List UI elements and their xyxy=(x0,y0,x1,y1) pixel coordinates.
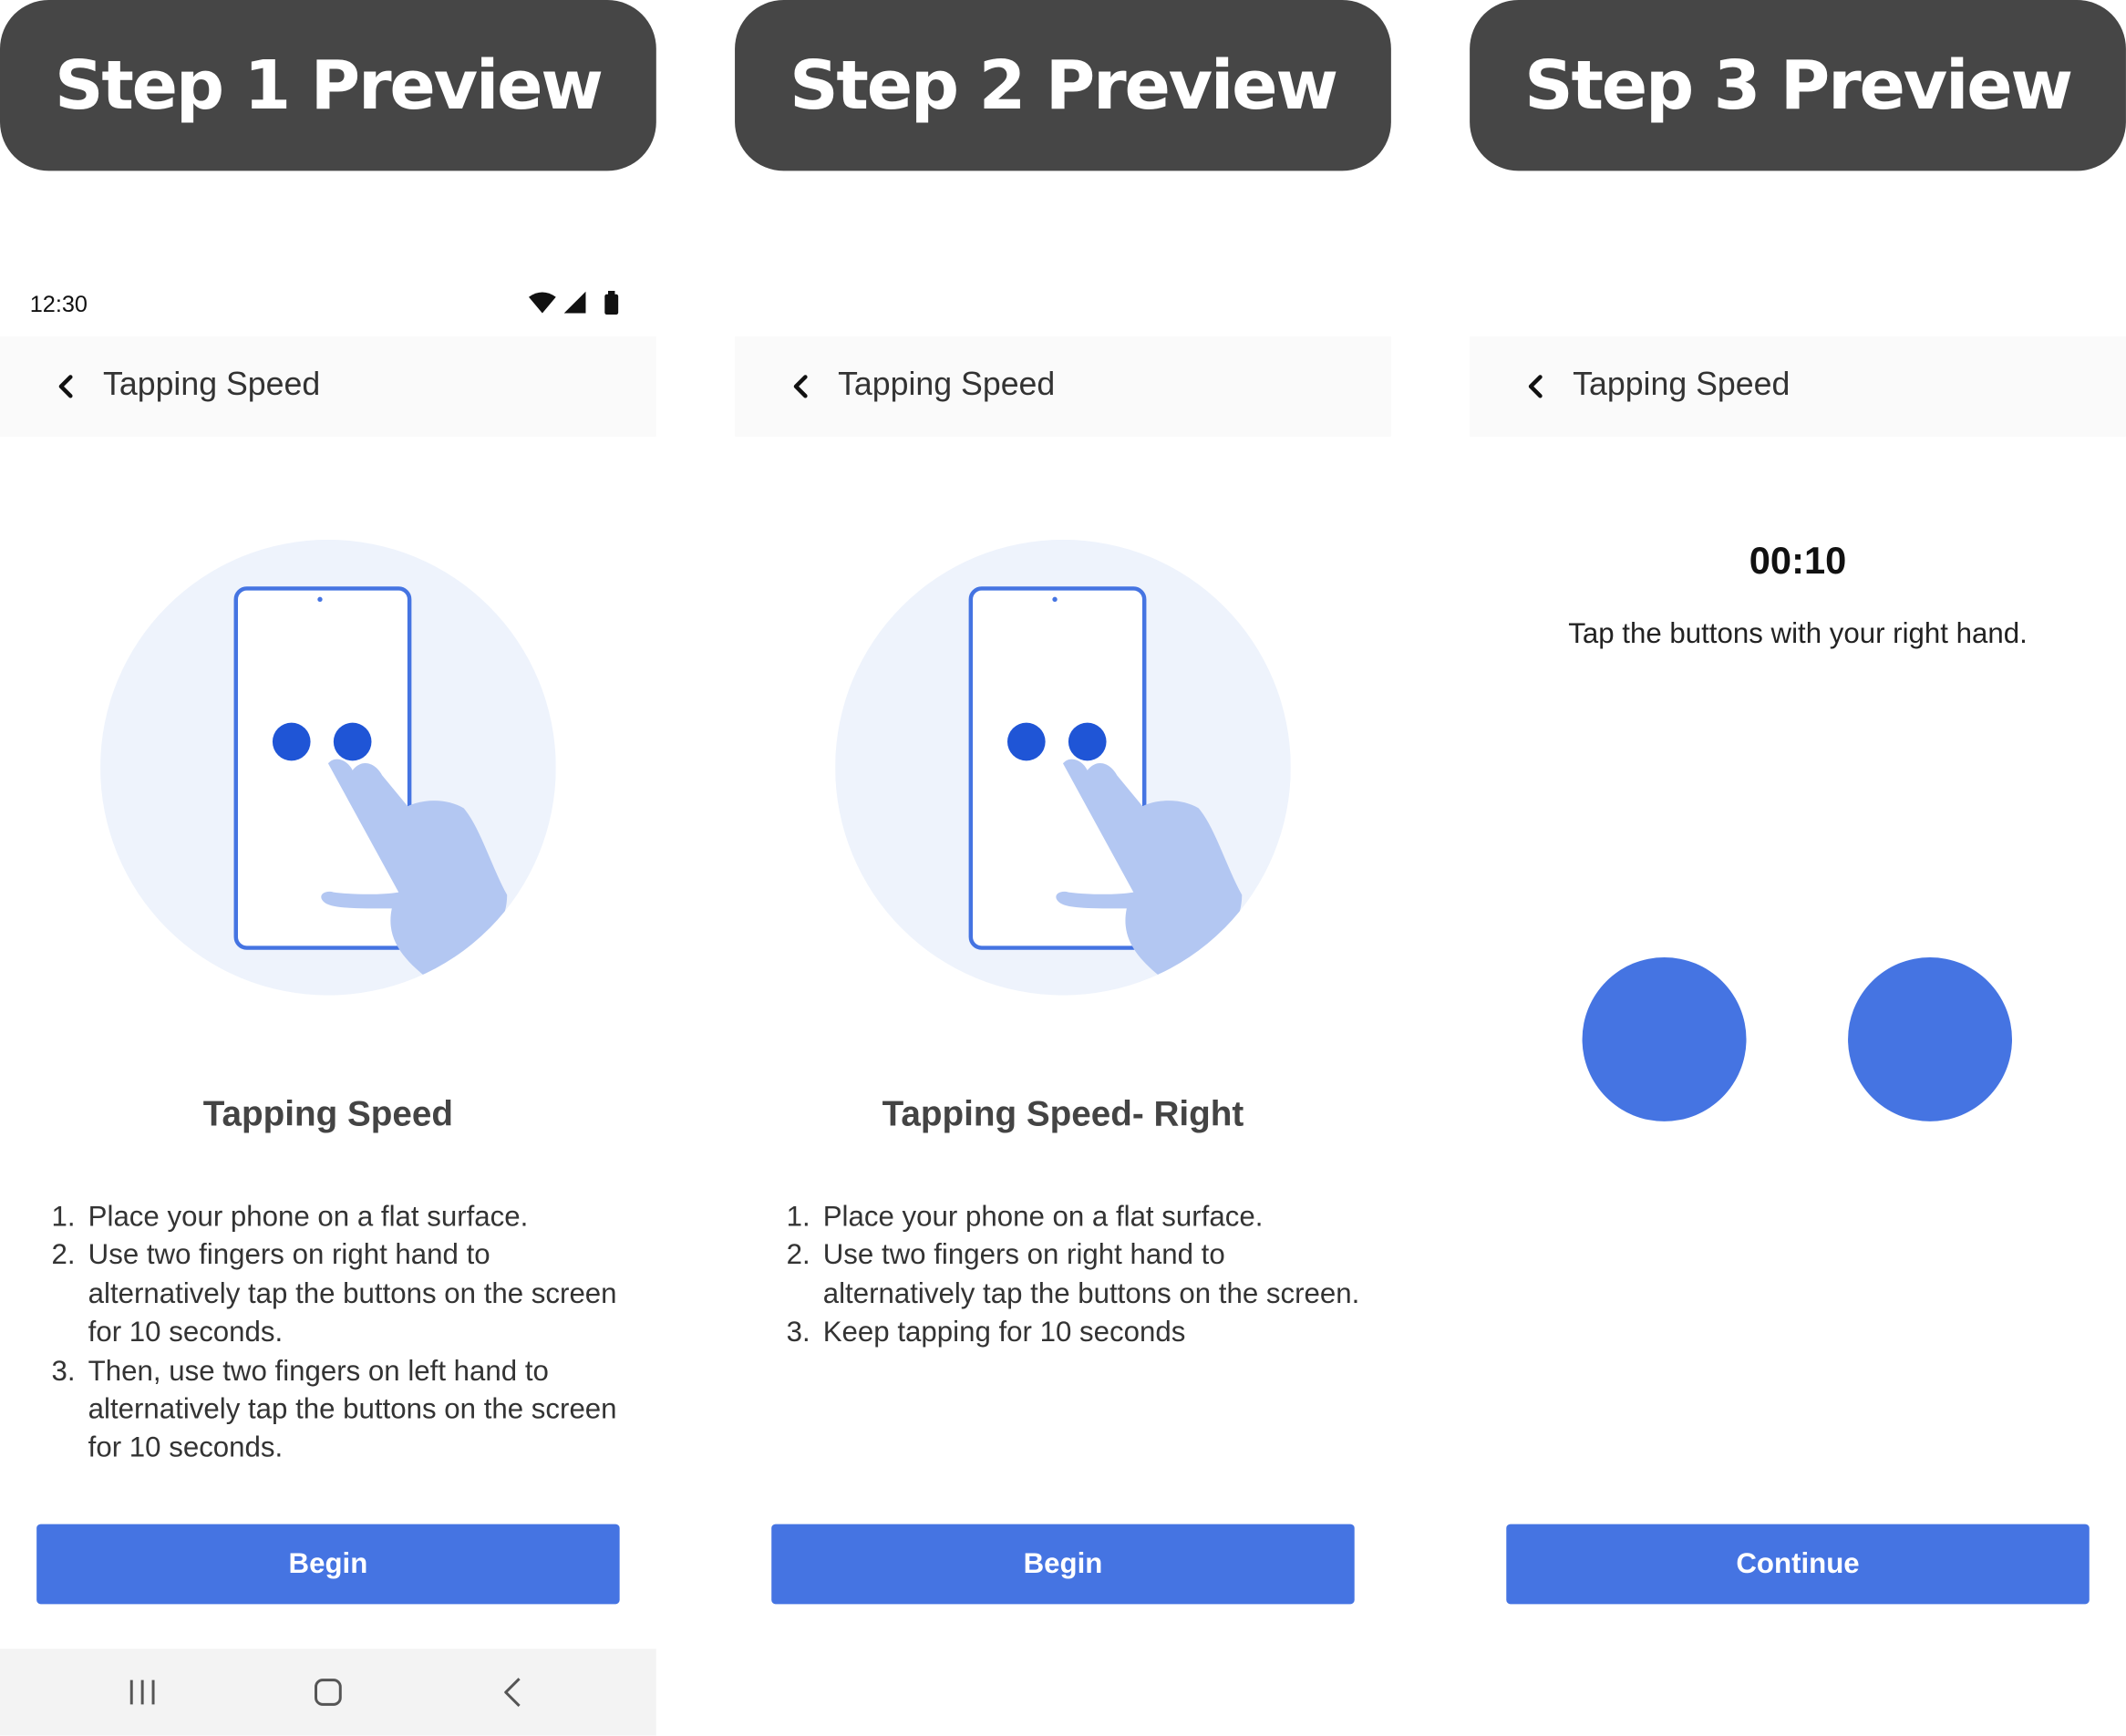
system-nav-bar xyxy=(0,1648,656,1736)
status-bar: 12:30 xyxy=(0,278,656,332)
app-bar: Tapping Speed xyxy=(0,336,656,437)
continue-button[interactable]: Continue xyxy=(1506,1524,2090,1605)
dot-right-icon xyxy=(333,722,372,761)
instructions-list: 1. Place your phone on a flat surface. 2… xyxy=(52,1199,635,1469)
step-2-panel: Step 2 Preview Tapping Speed Tapping Spe… xyxy=(735,0,1391,1736)
signal-icon xyxy=(563,291,586,314)
screen-title: Tapping Speed xyxy=(202,1092,454,1134)
back-button[interactable] xyxy=(46,367,88,408)
screen-title: Tapping Speed- Right xyxy=(882,1092,1244,1134)
dot-right-icon xyxy=(1068,722,1107,761)
step-3-header: Step 3 Preview xyxy=(1470,0,2126,171)
step-1-header: Step 1 Preview xyxy=(0,0,656,171)
chevron-left-icon xyxy=(1528,375,1543,398)
home-button[interactable] xyxy=(308,1672,349,1713)
app-bar-title: Tapping Speed xyxy=(838,366,1056,403)
tap-button-left[interactable] xyxy=(1582,956,1747,1121)
back-button[interactable] xyxy=(1516,367,1557,408)
tap-button-right[interactable] xyxy=(1848,956,2013,1121)
status-time: 12:30 xyxy=(29,291,88,318)
chevron-left-icon xyxy=(793,375,808,398)
app-bar: Tapping Speed xyxy=(1470,336,2126,437)
tap-instruction: Tap the buttons with your right hand. xyxy=(1568,618,2028,650)
back-icon xyxy=(504,1678,521,1707)
instruction-item: 2. Use two fingers on right hand to alte… xyxy=(786,1239,1360,1310)
app-bar: Tapping Speed xyxy=(735,336,1391,437)
instruction-item: 3. Keep tapping for 10 seconds xyxy=(786,1317,1186,1348)
instruction-item: 2. Use two fingers on right hand to alte… xyxy=(51,1239,617,1348)
instruction-item: 1. Place your phone on a flat surface. xyxy=(51,1201,529,1233)
dot-left-icon xyxy=(1006,722,1046,761)
step-2-header: Step 2 Preview xyxy=(735,0,1391,171)
preview-canvas: Step 1 Preview 12:30 Tapping Speed Tappi… xyxy=(0,0,2126,1736)
home-icon xyxy=(315,1679,342,1706)
countdown-timer: 00:10 xyxy=(1749,539,1847,583)
step-1-panel: Step 1 Preview 12:30 Tapping Speed Tappi… xyxy=(0,0,656,1736)
battery-icon xyxy=(604,291,619,315)
wifi-icon xyxy=(529,292,556,314)
phone-tap-illustration xyxy=(835,539,1291,996)
chevron-left-icon xyxy=(58,375,73,398)
dot-left-icon xyxy=(272,722,311,761)
phone-tap-illustration xyxy=(100,539,556,996)
recent-apps-button[interactable] xyxy=(122,1672,163,1713)
back-button[interactable] xyxy=(781,367,822,408)
begin-button[interactable]: Begin xyxy=(771,1524,1355,1605)
instruction-item: 1. Place your phone on a flat surface. xyxy=(786,1201,1264,1233)
step-3-panel: Step 3 Preview Tapping Speed 00:10 Tap t… xyxy=(1470,0,2126,1736)
begin-button[interactable]: Begin xyxy=(36,1524,620,1605)
app-bar-title: Tapping Speed xyxy=(103,366,321,403)
nav-back-button[interactable] xyxy=(493,1672,534,1713)
app-bar-title: Tapping Speed xyxy=(1573,366,1791,403)
instruction-item: 3. Then, use two fingers on left hand to… xyxy=(51,1355,617,1464)
recent-apps-icon xyxy=(129,1679,155,1705)
status-icons xyxy=(529,289,624,326)
instructions-list: 1. Place your phone on a flat surface. 2… xyxy=(787,1199,1369,1353)
